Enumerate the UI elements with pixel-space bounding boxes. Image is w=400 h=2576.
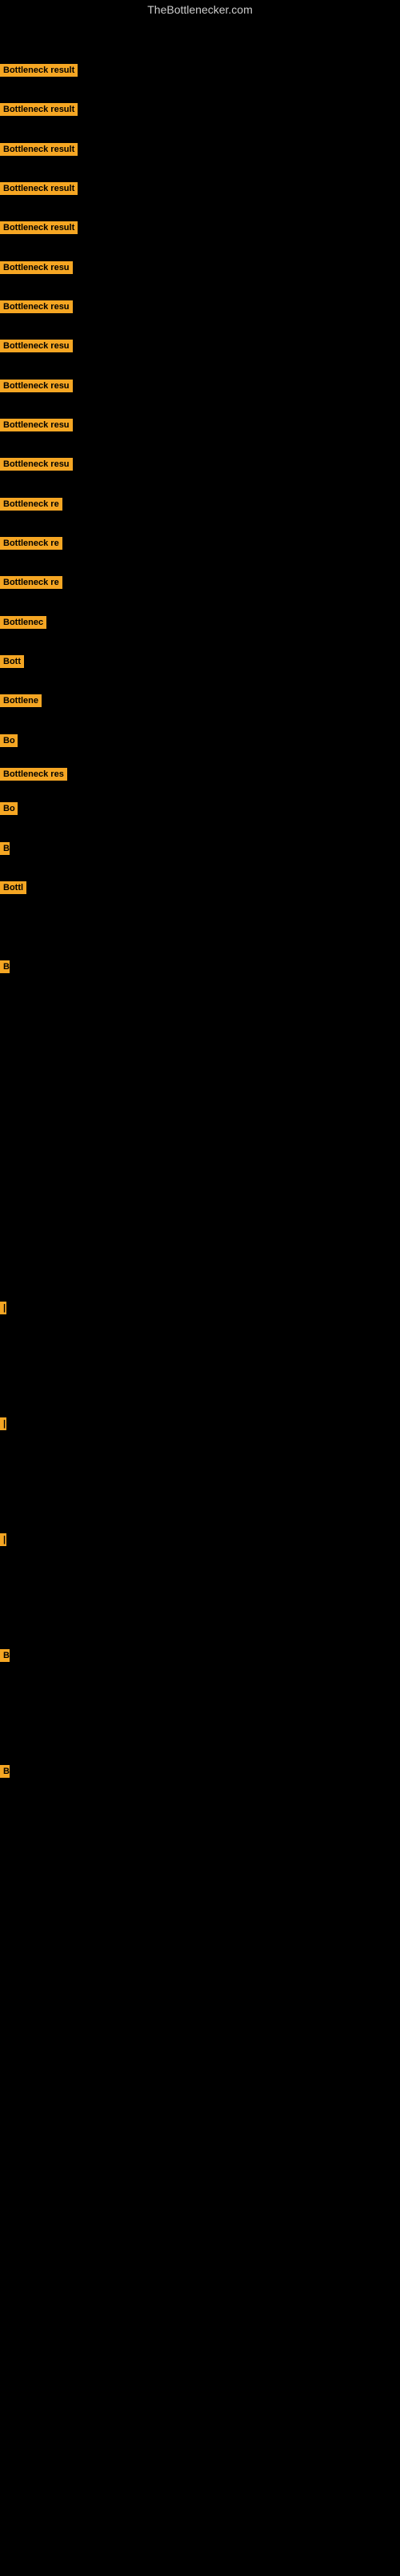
bottleneck-result-label: Bottleneck resu bbox=[0, 261, 73, 274]
bottleneck-result-label: Bottleneck resu bbox=[0, 300, 73, 313]
bottleneck-result-label: | bbox=[0, 1417, 6, 1430]
bottleneck-result-label: Bottleneck result bbox=[0, 103, 78, 116]
bottleneck-result-label: Bottleneck result bbox=[0, 143, 78, 156]
bottleneck-result-label: | bbox=[0, 1302, 6, 1314]
bottleneck-result-label: B bbox=[0, 1649, 10, 1662]
bottleneck-result-label: | bbox=[0, 1533, 6, 1546]
bottleneck-result-label: Bottl bbox=[0, 881, 26, 894]
bottleneck-result-label: Bo bbox=[0, 802, 18, 815]
bottleneck-result-label: B bbox=[0, 1765, 10, 1778]
bottleneck-result-label: Bottleneck result bbox=[0, 64, 78, 77]
bottleneck-result-label: B bbox=[0, 842, 10, 855]
bottleneck-result-label: Bottlenec bbox=[0, 616, 46, 629]
bottleneck-result-label: Bottleneck resu bbox=[0, 340, 73, 352]
bottleneck-result-label: Bo bbox=[0, 734, 18, 747]
bottleneck-result-label: Bottleneck result bbox=[0, 182, 78, 195]
bottleneck-result-label: Bottlene bbox=[0, 694, 42, 707]
bottleneck-result-label: Bottleneck resu bbox=[0, 419, 73, 431]
bottleneck-result-label: Bott bbox=[0, 655, 24, 668]
site-title: TheBottlenecker.com bbox=[0, 0, 400, 19]
bottleneck-result-label: Bottleneck re bbox=[0, 537, 62, 550]
bottleneck-result-label: Bottleneck re bbox=[0, 498, 62, 511]
bottleneck-result-label: Bottleneck result bbox=[0, 221, 78, 234]
bottleneck-result-label: Bottleneck res bbox=[0, 768, 67, 781]
bottleneck-result-label: B bbox=[0, 960, 10, 973]
bottleneck-result-label: Bottleneck resu bbox=[0, 380, 73, 392]
bottleneck-result-label: Bottleneck resu bbox=[0, 458, 73, 471]
bottleneck-result-label: Bottleneck re bbox=[0, 576, 62, 589]
